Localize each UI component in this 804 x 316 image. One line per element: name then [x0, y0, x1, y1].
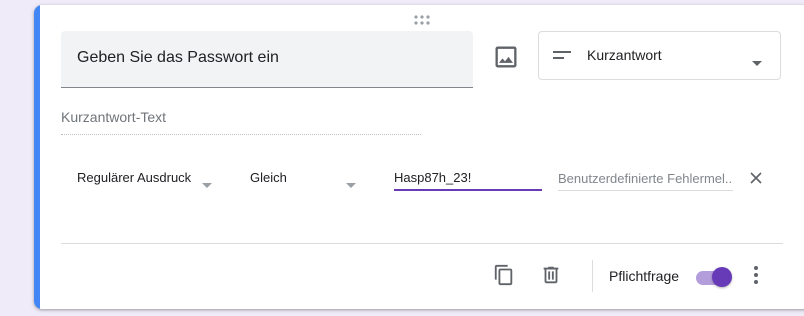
question-title-input[interactable]: Geben Sie das Passwort ein: [61, 31, 473, 88]
footer-separator: [592, 260, 593, 292]
chevron-down-icon[interactable]: [346, 175, 356, 193]
question-type-dropdown[interactable]: Kurzantwort: [538, 31, 781, 80]
short-answer-preview: Kurzantwort-Text: [61, 109, 421, 135]
chevron-down-icon[interactable]: [202, 175, 212, 193]
custom-error-input[interactable]: Benutzerdefinierte Fehlermel...: [558, 165, 733, 191]
pattern-value-text: Hasp87h_23!: [394, 170, 472, 185]
active-indicator-bar: [34, 5, 40, 309]
remove-validation-button[interactable]: [748, 170, 764, 186]
validation-condition-select[interactable]: Gleich: [250, 170, 287, 185]
chevron-down-icon: [752, 53, 762, 71]
copy-icon: [494, 264, 513, 286]
image-icon: [495, 46, 517, 68]
custom-error-placeholder: Benutzerdefinierte Fehlermel...: [558, 171, 733, 186]
drag-handle-icon[interactable]: [413, 13, 431, 25]
footer-divider: [61, 243, 783, 244]
short-answer-icon: [553, 48, 571, 66]
more-options-button[interactable]: [746, 264, 766, 286]
question-type-label: Kurzantwort: [587, 47, 662, 63]
toggle-thumb: [712, 267, 732, 287]
question-card: Geben Sie das Passwort ein Kurzantwort K…: [34, 5, 804, 309]
more-vert-icon: [754, 266, 758, 284]
validation-type-select[interactable]: Regulärer Ausdruck: [77, 170, 191, 185]
trash-icon: [543, 266, 559, 284]
pattern-input[interactable]: Hasp87h_23!: [394, 165, 542, 191]
add-image-button[interactable]: [492, 43, 520, 71]
delete-button[interactable]: [540, 264, 562, 286]
question-title-text: Geben Sie das Passwort ein: [77, 49, 279, 66]
duplicate-button[interactable]: [493, 264, 515, 286]
close-icon: [750, 172, 762, 184]
required-label: Pflichtfrage: [609, 268, 680, 284]
required-toggle[interactable]: [694, 266, 734, 288]
